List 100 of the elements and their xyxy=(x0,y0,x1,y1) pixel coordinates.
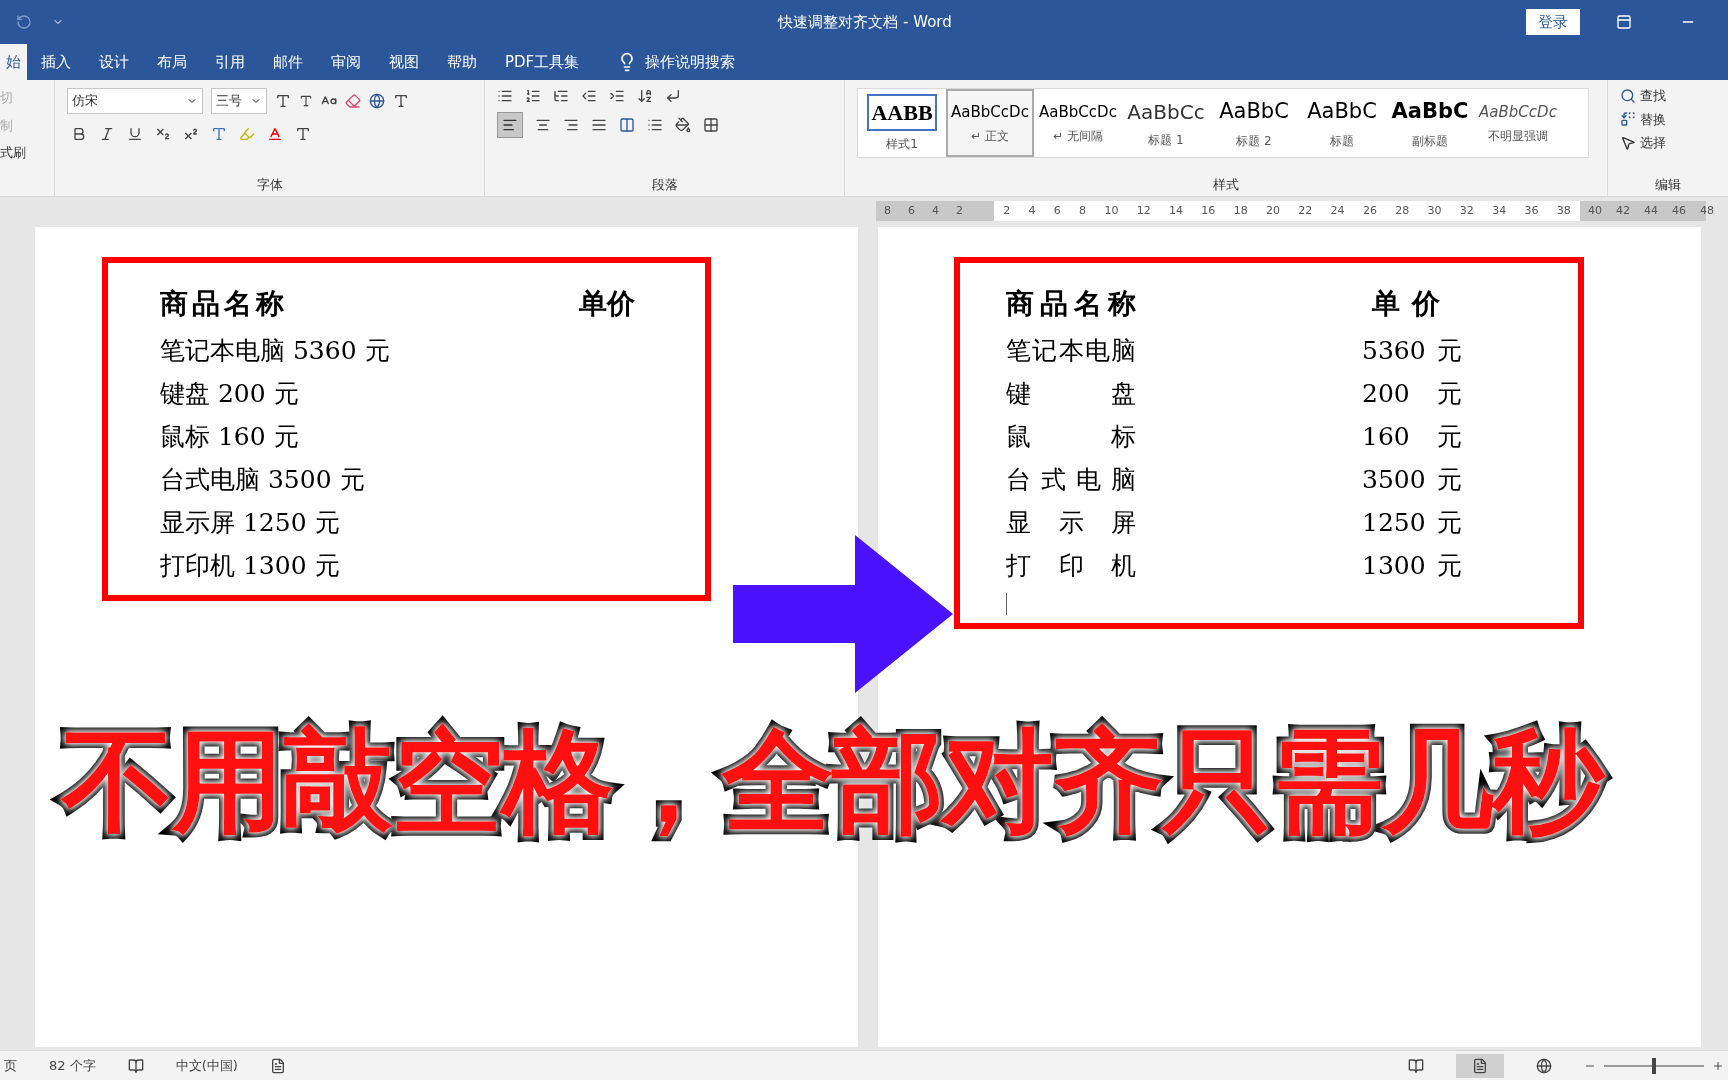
character-shading-icon[interactable] xyxy=(295,126,311,142)
ribbon-tab[interactable]: 设计 xyxy=(85,44,143,80)
login-button[interactable]: 登录 xyxy=(1526,8,1580,36)
ruler-number: 32 xyxy=(1459,202,1474,219)
style-item[interactable]: AaBbCcDc ↵ 正文 xyxy=(946,89,1034,157)
editing-command[interactable]: 选择 xyxy=(1640,133,1666,153)
ruler-number: 28 xyxy=(1395,202,1410,219)
multilevel-list-icon[interactable] xyxy=(553,88,569,104)
justify-icon[interactable] xyxy=(591,117,607,133)
style-name: ↵ 无间隔 xyxy=(1053,128,1103,146)
distributed-icon[interactable] xyxy=(619,117,635,133)
ruler-number: 44 xyxy=(1644,202,1658,219)
style-item[interactable]: AABB 样式1 xyxy=(858,89,946,157)
underline-icon[interactable] xyxy=(127,126,143,142)
page-icon xyxy=(1472,1057,1488,1074)
price-text: 1250 元 xyxy=(1362,507,1462,539)
bold-icon[interactable] xyxy=(71,126,87,142)
ribbon-tab[interactable]: 插入 xyxy=(27,44,85,80)
macro-icon[interactable] xyxy=(269,1057,286,1074)
editing-command[interactable]: 查找 xyxy=(1640,86,1666,106)
zoom-in-icon[interactable] xyxy=(1712,1059,1724,1072)
style-preview: AaBbC xyxy=(1391,98,1469,126)
price-text: 200 元 xyxy=(1362,378,1462,410)
language-indicator[interactable]: 中文(中国) xyxy=(175,1055,238,1076)
editing-command[interactable]: 替换 xyxy=(1640,109,1666,129)
tell-me-search[interactable]: 操作说明搜索 xyxy=(645,50,736,74)
character-border-icon[interactable] xyxy=(393,93,409,109)
sort-icon[interactable] xyxy=(637,88,653,104)
ribbon-tab[interactable]: 视图 xyxy=(375,44,433,80)
subscript-icon[interactable] xyxy=(155,126,171,142)
price-text: 3500 元 xyxy=(1362,464,1462,496)
ribbon-display-icon[interactable] xyxy=(1616,14,1632,30)
undo-icon[interactable] xyxy=(16,14,32,30)
replace-icon[interactable] xyxy=(1620,111,1636,128)
decrease-indent-icon[interactable] xyxy=(581,88,597,104)
read-mode-icon[interactable] xyxy=(1408,1057,1424,1074)
print-layout-button[interactable] xyxy=(1456,1053,1504,1078)
ribbon-tab[interactable]: 始 xyxy=(0,44,27,80)
ribbon-tab[interactable]: 布局 xyxy=(143,44,201,80)
page-count[interactable]: 页 xyxy=(4,1055,17,1076)
numbering-icon[interactable] xyxy=(525,88,541,104)
align-center-icon[interactable] xyxy=(535,117,551,133)
group-label: 编辑 xyxy=(1655,175,1681,194)
ribbon-tab[interactable]: 引用 xyxy=(201,44,259,80)
style-name: ↵ 正文 xyxy=(971,128,1009,146)
shading-icon[interactable] xyxy=(675,117,691,133)
price-text: 5360 元 xyxy=(1362,335,1462,367)
price-text: 160 元 xyxy=(1362,421,1462,453)
style-item[interactable]: AaBbC 副标题 xyxy=(1386,89,1474,157)
font-color-icon[interactable] xyxy=(267,126,283,142)
clear-formatting-icon[interactable] xyxy=(345,93,361,109)
font-size-field[interactable]: 三号 xyxy=(211,88,267,114)
style-name: 样式1 xyxy=(886,135,918,153)
bullets-icon[interactable] xyxy=(497,88,513,104)
clipboard-command[interactable]: 式刷 xyxy=(0,143,54,163)
ruler-number: 8 xyxy=(884,202,891,219)
product-line: 台式电脑 3500 元 xyxy=(160,464,365,496)
text-effects-icon[interactable] xyxy=(211,126,227,142)
style-item[interactable]: AaBbCc 标题 1 xyxy=(1122,89,1210,157)
align-right-icon[interactable] xyxy=(563,117,579,133)
style-item[interactable]: AaBbC 标题 2 xyxy=(1210,89,1298,157)
align-left-icon xyxy=(502,117,518,133)
style-preview: AaBbCcDc xyxy=(1479,101,1557,123)
header-text: 商品名称 xyxy=(160,286,288,322)
increase-indent-icon[interactable] xyxy=(609,88,625,104)
ribbon-tab[interactable]: PDF工具集 xyxy=(491,44,594,80)
style-item[interactable]: AaBbCcDc ↵ 无间隔 xyxy=(1034,89,1122,157)
superscript-icon[interactable] xyxy=(183,126,199,142)
web-layout-icon[interactable] xyxy=(1536,1057,1552,1074)
style-name: 标题 1 xyxy=(1148,132,1184,149)
shrink-font-icon[interactable] xyxy=(299,94,313,108)
header-text: 单价 xyxy=(579,286,635,322)
zoom-slider[interactable] xyxy=(1604,1057,1704,1074)
line-spacing-icon[interactable] xyxy=(647,117,663,133)
ruler-number: 34 xyxy=(1492,202,1507,219)
ribbon-tab[interactable]: 邮件 xyxy=(259,44,317,80)
ribbon-tab[interactable]: 审阅 xyxy=(317,44,375,80)
align-left-button[interactable] xyxy=(497,112,523,138)
word-count[interactable]: 82 个字 xyxy=(49,1055,96,1076)
italic-icon[interactable] xyxy=(99,126,115,142)
search-icon[interactable] xyxy=(1620,87,1636,104)
grow-font-icon[interactable] xyxy=(275,93,291,109)
paragraph-mark-icon[interactable] xyxy=(665,88,681,104)
proofing-icon[interactable] xyxy=(127,1057,144,1074)
borders-icon[interactable] xyxy=(703,117,719,133)
group-label: 字体 xyxy=(256,175,283,194)
style-item[interactable]: AaBbC 标题 xyxy=(1298,89,1386,157)
pointer-icon[interactable] xyxy=(1620,134,1636,151)
price-text: 1300 元 xyxy=(1362,550,1462,582)
style-preview: AaBbC xyxy=(1307,98,1377,126)
product-line: 鼠标 160 元 xyxy=(160,421,299,453)
phonetic-guide-icon[interactable] xyxy=(369,93,385,109)
ruler-number: 8 xyxy=(1079,202,1087,219)
style-item[interactable]: AaBbCcDc 不明显强调 xyxy=(1474,89,1562,157)
ribbon-tab[interactable]: 帮助 xyxy=(433,44,491,80)
font-name-field[interactable]: 仿宋 xyxy=(67,88,203,114)
ruler-number: 48 xyxy=(1700,202,1714,219)
product-line: 笔记本电脑 5360 元 xyxy=(160,335,390,367)
ruler-number: 10 xyxy=(1104,202,1119,219)
zoom-slider-thumb[interactable] xyxy=(1652,1057,1656,1074)
